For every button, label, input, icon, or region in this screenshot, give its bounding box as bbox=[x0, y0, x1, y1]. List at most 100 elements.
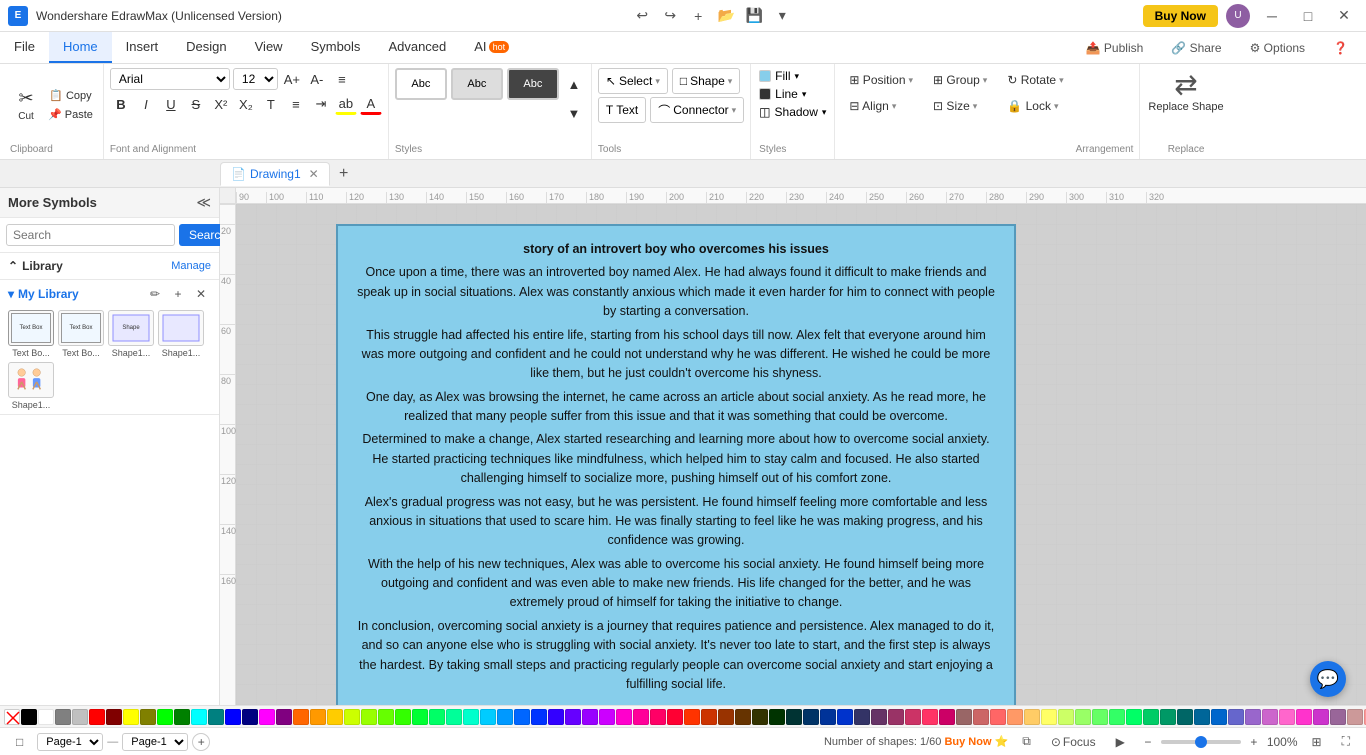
style-scroll-up[interactable]: ▲ bbox=[563, 73, 585, 95]
font-increase-button[interactable]: A+ bbox=[281, 68, 303, 90]
user-avatar[interactable]: U bbox=[1226, 4, 1250, 28]
color-swatch-17[interactable] bbox=[310, 709, 326, 725]
color-swatch-36[interactable] bbox=[633, 709, 649, 725]
edit-library-button[interactable]: ✏ bbox=[145, 284, 165, 304]
color-swatch-20[interactable] bbox=[361, 709, 377, 725]
color-swatch-27[interactable] bbox=[480, 709, 496, 725]
font-family-select[interactable]: Arial bbox=[110, 68, 230, 90]
color-swatch-30[interactable] bbox=[531, 709, 547, 725]
color-swatch-65[interactable] bbox=[1126, 709, 1142, 725]
lock-button[interactable]: 🔒 Lock ▾ bbox=[999, 94, 1071, 118]
color-swatch-18[interactable] bbox=[327, 709, 343, 725]
indent-button[interactable]: ⇥ bbox=[310, 93, 332, 115]
color-swatch-23[interactable] bbox=[412, 709, 428, 725]
maximize-button[interactable]: □ bbox=[1294, 2, 1322, 30]
color-swatch-62[interactable] bbox=[1075, 709, 1091, 725]
thumbnail-item-5[interactable]: Shape1... bbox=[8, 362, 54, 410]
color-swatch-8[interactable] bbox=[157, 709, 173, 725]
color-swatch-50[interactable] bbox=[871, 709, 887, 725]
thumbnail-item-4[interactable]: Shape1... bbox=[158, 310, 204, 358]
zoom-out-button[interactable]: − bbox=[1139, 733, 1157, 751]
style-box-1[interactable]: Abc bbox=[395, 68, 447, 100]
underline-button[interactable]: U bbox=[160, 93, 182, 115]
library-header[interactable]: ⌃ Library Manage bbox=[0, 253, 219, 280]
color-swatch-14[interactable] bbox=[259, 709, 275, 725]
color-swatch-61[interactable] bbox=[1058, 709, 1074, 725]
menu-view[interactable]: View bbox=[241, 32, 297, 63]
menu-insert[interactable]: Insert bbox=[112, 32, 173, 63]
align-button-2[interactable]: ⊟ Align ▾ bbox=[841, 94, 921, 118]
menu-design[interactable]: Design bbox=[172, 32, 240, 63]
fullscreen-button[interactable]: ⛶ bbox=[1336, 732, 1356, 751]
color-swatch-67[interactable] bbox=[1160, 709, 1176, 725]
color-swatch-70[interactable] bbox=[1211, 709, 1227, 725]
thumbnail-box-3[interactable]: Shape bbox=[108, 310, 154, 346]
color-swatch-76[interactable] bbox=[1313, 709, 1329, 725]
color-swatch-47[interactable] bbox=[820, 709, 836, 725]
menu-file[interactable]: File bbox=[0, 32, 49, 63]
color-swatch-10[interactable] bbox=[191, 709, 207, 725]
shadow-row[interactable]: ◫ Shadow ▾ bbox=[759, 104, 826, 120]
align-button[interactable]: ≡ bbox=[331, 68, 353, 90]
minimize-button[interactable]: ─ bbox=[1258, 2, 1286, 30]
thumbnail-box-1[interactable]: Text Box bbox=[8, 310, 54, 346]
fit-page-button[interactable]: ⊞ bbox=[1306, 733, 1328, 751]
color-swatch-21[interactable] bbox=[378, 709, 394, 725]
color-swatch-59[interactable] bbox=[1024, 709, 1040, 725]
color-swatch-16[interactable] bbox=[293, 709, 309, 725]
color-swatch-5[interactable] bbox=[106, 709, 122, 725]
close-library-button[interactable]: ✕ bbox=[191, 284, 211, 304]
present-button[interactable]: ▶ bbox=[1110, 733, 1131, 751]
close-button[interactable]: ✕ bbox=[1330, 2, 1358, 30]
manage-button[interactable]: Manage bbox=[171, 260, 211, 272]
zoom-thumb[interactable] bbox=[1195, 736, 1207, 748]
color-swatch-32[interactable] bbox=[565, 709, 581, 725]
color-swatch-6[interactable] bbox=[123, 709, 139, 725]
save-button[interactable]: 💾 bbox=[742, 4, 766, 28]
color-swatch-75[interactable] bbox=[1296, 709, 1312, 725]
paste-button[interactable]: 📌 Paste bbox=[44, 106, 97, 123]
fill-row[interactable]: Fill ▾ bbox=[759, 68, 826, 84]
buy-now-link[interactable]: Buy Now bbox=[944, 736, 991, 748]
color-swatch-49[interactable] bbox=[854, 709, 870, 725]
help-button[interactable]: ❓ bbox=[1323, 37, 1358, 59]
color-swatch-44[interactable] bbox=[769, 709, 785, 725]
drawing-tab-close[interactable]: ✕ bbox=[309, 167, 319, 181]
sidebar-collapse-button[interactable]: ≪ bbox=[196, 194, 211, 211]
color-swatch-52[interactable] bbox=[905, 709, 921, 725]
canvas-wrapper[interactable]: 90 100 110 120 130 140 150 160 170 180 1… bbox=[220, 188, 1366, 705]
color-swatch-56[interactable] bbox=[973, 709, 989, 725]
color-swatch-77[interactable] bbox=[1330, 709, 1346, 725]
style-box-3[interactable]: Abc bbox=[507, 68, 559, 100]
style-box-2[interactable]: Abc bbox=[451, 68, 503, 100]
search-input[interactable] bbox=[6, 224, 175, 246]
color-swatch-54[interactable] bbox=[939, 709, 955, 725]
select-tool-button[interactable]: ↖ Select ▾ bbox=[598, 68, 668, 94]
thumbnail-box-5[interactable] bbox=[8, 362, 54, 398]
buy-now-button[interactable]: Buy Now bbox=[1143, 5, 1218, 27]
text-box[interactable]: story of an introvert boy who overcomes … bbox=[336, 224, 1016, 705]
color-swatch-37[interactable] bbox=[650, 709, 666, 725]
color-swatch-46[interactable] bbox=[803, 709, 819, 725]
chat-button[interactable]: 💬 bbox=[1310, 661, 1346, 697]
style-scroll-down[interactable]: ▼ bbox=[563, 102, 585, 124]
color-swatch-55[interactable] bbox=[956, 709, 972, 725]
color-swatch-64[interactable] bbox=[1109, 709, 1125, 725]
color-swatch-74[interactable] bbox=[1279, 709, 1295, 725]
color-swatch-60[interactable] bbox=[1041, 709, 1057, 725]
menu-symbols[interactable]: Symbols bbox=[297, 32, 375, 63]
color-swatch-28[interactable] bbox=[497, 709, 513, 725]
more-button[interactable]: ▾ bbox=[770, 4, 794, 28]
highlight-button[interactable]: ab bbox=[335, 93, 357, 115]
replace-shape-button[interactable]: ⇄ Replace Shape bbox=[1148, 68, 1223, 113]
list-button[interactable]: ≡ bbox=[285, 93, 307, 115]
strikethrough-button[interactable]: S bbox=[185, 93, 207, 115]
color-swatch-15[interactable] bbox=[276, 709, 292, 725]
color-swatch-4[interactable] bbox=[89, 709, 105, 725]
thumbnail-item-3[interactable]: Shape Shape1... bbox=[108, 310, 154, 358]
new-button[interactable]: + bbox=[686, 4, 710, 28]
connector-tool-button[interactable]: ⌒ Connector ▾ bbox=[650, 97, 744, 123]
layers-button[interactable]: ⧉ bbox=[1016, 732, 1037, 751]
color-swatch-9[interactable] bbox=[174, 709, 190, 725]
text-tool-button[interactable]: T Text bbox=[598, 97, 646, 123]
